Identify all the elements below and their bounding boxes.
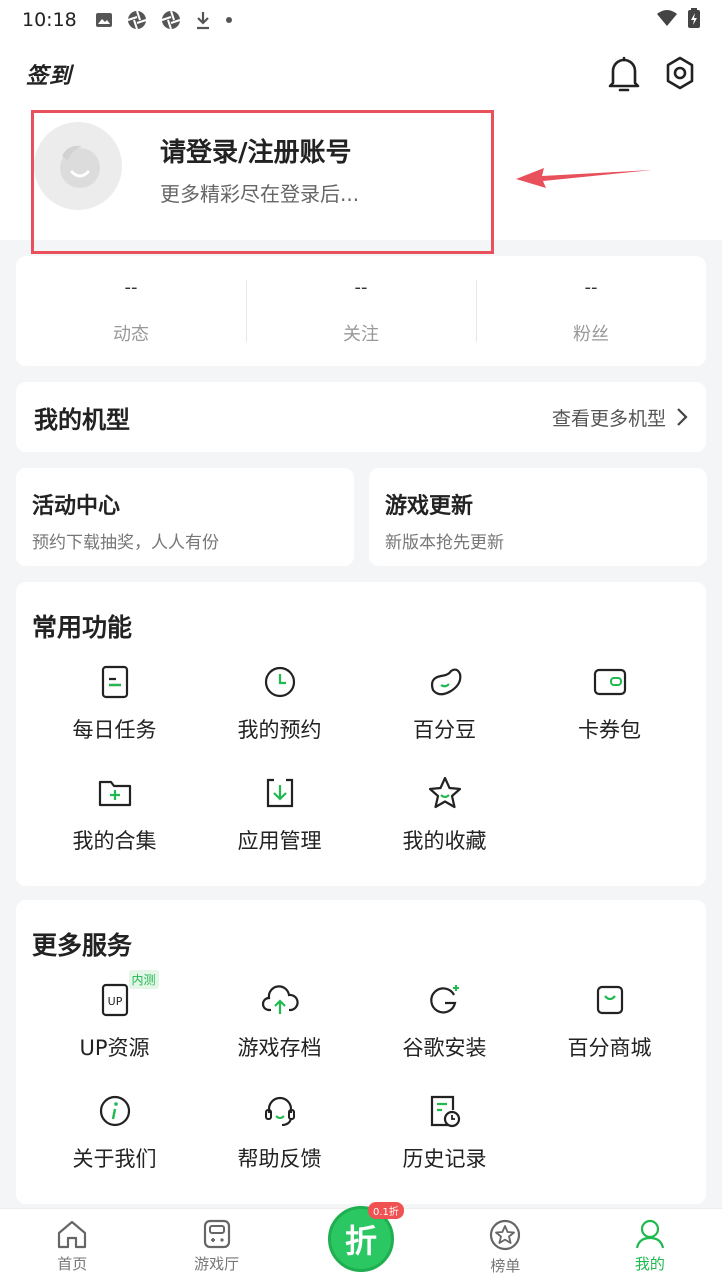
item-label: 我的收藏 — [402, 829, 487, 853]
discount-badge: 0.1折 — [368, 1202, 404, 1219]
dot-icon — [225, 16, 233, 24]
my-collection-item[interactable]: 我的合集 — [32, 773, 197, 884]
clock-icon — [260, 662, 300, 702]
more-services-section: 更多服务 UP 内测 UP资源 游戏存档 谷歌安装 百分商城 关于我们 帮助反馈 — [16, 900, 706, 1204]
item-label: 我的预约 — [237, 718, 322, 742]
item-label: 卡券包 — [578, 718, 641, 742]
my-reservation-item[interactable]: 我的预约 — [197, 662, 362, 773]
history-item[interactable]: 历史记录 — [362, 1091, 527, 1202]
highlight-arrow — [512, 160, 657, 198]
item-label: 关于我们 — [72, 1147, 157, 1171]
download-icon — [195, 10, 211, 30]
star-icon — [425, 773, 465, 813]
shopping-bag-icon — [590, 980, 630, 1020]
item-label: 每日任务 — [72, 718, 157, 742]
tab-home[interactable]: 首页 — [0, 1209, 144, 1284]
stats-card: -- 动态 -- 关注 -- 粉丝 — [16, 256, 706, 366]
section-title: 更多服务 — [32, 931, 133, 960]
google-icon — [425, 980, 465, 1020]
item-label: 谷歌安装 — [402, 1036, 487, 1060]
activity-subtitle: 预约下载抽奖，人人有份 — [32, 533, 219, 553]
signin-button[interactable]: 签到 — [26, 58, 72, 90]
about-us-item[interactable]: 关于我们 — [32, 1091, 197, 1202]
more-models-link[interactable]: 查看更多机型 — [552, 404, 688, 431]
stat-value: -- — [124, 276, 138, 298]
tab-game-hall[interactable]: 游戏厅 — [144, 1209, 288, 1284]
task-icon — [95, 662, 135, 702]
folder-plus-icon — [95, 773, 135, 813]
game-save-item[interactable]: 游戏存档 — [197, 980, 362, 1091]
download-box-icon — [260, 773, 300, 813]
item-label: UP资源 — [79, 1036, 150, 1060]
tab-mine[interactable]: 我的 — [578, 1209, 722, 1284]
gallery-icon — [95, 12, 113, 28]
home-icon — [58, 1220, 87, 1249]
activity-title: 活动中心 — [32, 494, 121, 519]
item-label: 游戏存档 — [237, 1036, 322, 1060]
beta-badge: 内测 — [128, 970, 159, 989]
up-resource-item[interactable]: UP 内测 UP资源 — [32, 970, 197, 1091]
coupon-wallet-item[interactable]: 卡券包 — [527, 662, 692, 773]
wifi-icon — [656, 9, 678, 32]
bean-icon — [425, 662, 465, 702]
chevron-right-icon — [677, 408, 688, 426]
item-label: 百分豆 — [413, 718, 476, 742]
cloud-upload-icon — [260, 980, 300, 1020]
item-label: 历史记录 — [402, 1147, 487, 1171]
user-icon — [635, 1219, 664, 1249]
stat-following[interactable]: -- 关注 — [246, 256, 476, 366]
daily-task-item[interactable]: 每日任务 — [32, 662, 197, 773]
game-update-card[interactable]: 游戏更新 新版本抢先更新 — [369, 468, 707, 566]
headset-icon — [260, 1091, 300, 1131]
google-install-item[interactable]: 谷歌安装 — [362, 980, 527, 1091]
app-manage-item[interactable]: 应用管理 — [197, 773, 362, 884]
battery-icon — [688, 7, 700, 33]
item-label: 帮助反馈 — [237, 1147, 322, 1171]
stat-value: -- — [584, 276, 598, 298]
stat-label: 粉丝 — [573, 323, 609, 345]
gear-icon[interactable] — [662, 54, 698, 98]
ranking-star-icon — [490, 1219, 521, 1251]
tab-ranking[interactable]: 榜单 — [433, 1209, 577, 1284]
my-models-card[interactable]: 我的机型 查看更多机型 — [16, 382, 706, 452]
help-feedback-item[interactable]: 帮助反馈 — [197, 1091, 362, 1202]
stat-fans[interactable]: -- 粉丝 — [476, 256, 706, 366]
stat-value: -- — [354, 276, 368, 298]
bell-icon[interactable] — [606, 54, 642, 98]
up-icon: UP 内测 — [95, 970, 159, 1020]
my-models-title: 我的机型 — [34, 405, 130, 434]
highlight-frame — [31, 110, 494, 254]
gamepad-icon — [203, 1219, 230, 1249]
my-favorites-item[interactable]: 我的收藏 — [362, 773, 527, 884]
update-subtitle: 新版本抢先更新 — [385, 533, 504, 553]
aperture-icon — [127, 10, 147, 30]
stat-posts[interactable]: -- 动态 — [16, 256, 246, 366]
history-icon — [425, 1091, 465, 1131]
tab-label: 首页 — [57, 1255, 88, 1273]
mall-item[interactable]: 百分商城 — [527, 980, 692, 1091]
activity-center-card[interactable]: 活动中心 预约下载抽奖，人人有份 — [16, 468, 354, 566]
aperture-icon — [161, 10, 181, 30]
status-bar: 10:18 — [0, 0, 722, 40]
svg-text:UP: UP — [107, 995, 122, 1008]
tab-label: 我的 — [634, 1255, 665, 1273]
tab-label: 游戏厅 — [194, 1255, 240, 1273]
item-label: 应用管理 — [237, 829, 322, 853]
update-title: 游戏更新 — [385, 494, 474, 519]
item-label: 百分商城 — [567, 1036, 652, 1060]
item-label: 我的合集 — [72, 829, 157, 853]
more-models-label: 查看更多机型 — [551, 407, 666, 430]
bean-item[interactable]: 百分豆 — [362, 662, 527, 773]
status-time: 10:18 — [22, 9, 77, 31]
wallet-icon — [590, 662, 630, 702]
common-functions-section: 常用功能 每日任务 我的预约 百分豆 卡券包 我的合集 应用管理 我的收藏 — [16, 582, 706, 886]
stat-label: 关注 — [343, 323, 379, 345]
info-icon — [95, 1091, 135, 1131]
tab-label: 榜单 — [490, 1257, 521, 1275]
stat-label: 动态 — [113, 323, 149, 345]
section-title: 常用功能 — [32, 613, 133, 642]
